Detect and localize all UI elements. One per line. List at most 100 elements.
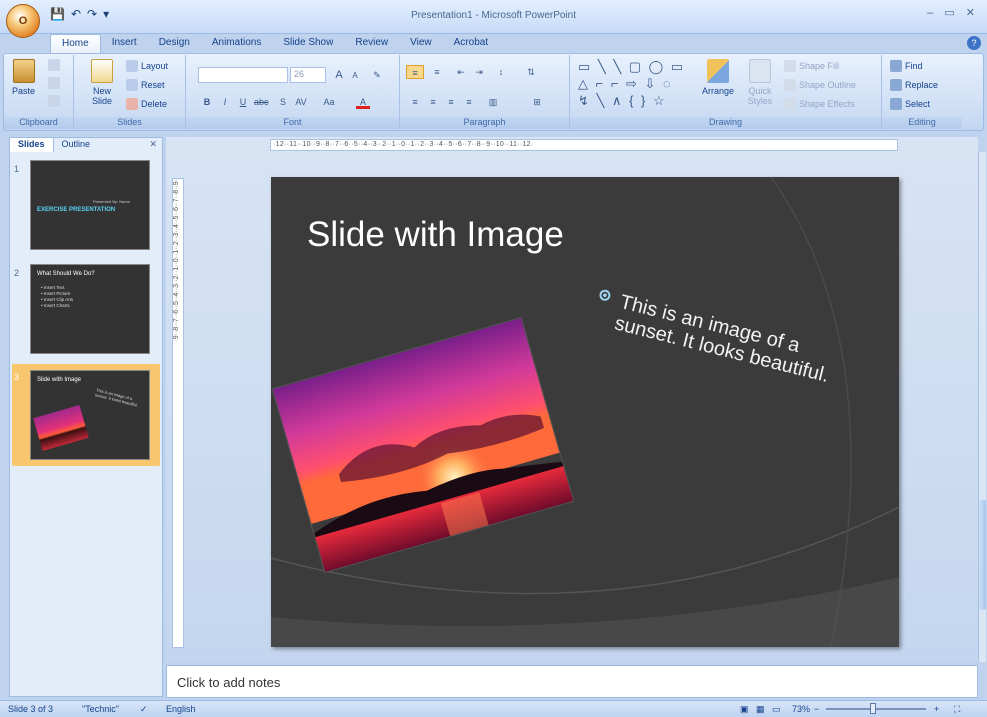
help-icon[interactable]: ? <box>967 36 981 50</box>
slides-group: New Slide Layout Reset Delete Slides <box>74 55 186 129</box>
pen-icon <box>784 79 796 91</box>
thumbnail-number: 1 <box>14 164 20 174</box>
text-direction-icon[interactable]: ⇅ <box>524 65 538 79</box>
reset-button[interactable]: Reset <box>126 79 165 91</box>
clear-formatting-icon[interactable]: ✎ <box>370 68 384 82</box>
slide-thumbnail-1[interactable]: EXERCISE PRESENTATION Presented By: Name <box>30 160 150 250</box>
close-icon[interactable]: ✕ <box>149 139 157 150</box>
copy-button[interactable] <box>48 77 60 89</box>
tab-animations[interactable]: Animations <box>201 34 272 54</box>
delete-icon <box>126 98 138 110</box>
tab-outline[interactable]: Outline <box>54 138 99 152</box>
zoom-level[interactable]: 73% <box>792 704 810 714</box>
shape-fill-button[interactable]: Shape Fill <box>784 60 839 72</box>
slide-thumbnail-2[interactable]: What Should We Do? • Insert Text • Inser… <box>30 264 150 354</box>
delete-button[interactable]: Delete <box>126 98 167 110</box>
replace-button[interactable]: Replace <box>890 79 938 91</box>
justify-icon[interactable]: ≡ <box>462 95 476 109</box>
clipboard-group-label: Clipboard <box>4 117 73 129</box>
copy-icon <box>48 77 60 89</box>
decrease-indent-icon[interactable]: ⇤ <box>454 65 468 79</box>
office-button[interactable]: O <box>6 4 40 38</box>
select-button[interactable]: Select <box>890 98 930 110</box>
tab-view[interactable]: View <box>399 34 443 54</box>
smartart-icon[interactable]: ⊞ <box>530 95 544 109</box>
align-right-icon[interactable]: ≡ <box>444 95 458 109</box>
normal-view-icon[interactable]: ▣ <box>740 704 749 715</box>
arrange-button[interactable]: Arrange <box>702 59 734 96</box>
shape-effects-button[interactable]: Shape Effects <box>784 98 855 110</box>
shapes-gallery-row3[interactable]: ↯ ╲ ∧ { } ☆ <box>578 93 667 109</box>
replace-icon <box>890 79 902 91</box>
binoculars-icon <box>890 60 902 72</box>
tab-design[interactable]: Design <box>148 34 201 54</box>
spell-check-icon[interactable]: ✓ <box>140 704 148 715</box>
change-case-button[interactable]: Aa <box>322 95 336 109</box>
align-left-icon[interactable]: ≡ <box>408 95 422 109</box>
shape-outline-button[interactable]: Shape Outline <box>784 79 856 91</box>
bullets-icon[interactable]: ≡ <box>406 65 424 79</box>
thumbnail-number: 2 <box>14 268 20 278</box>
bold-button[interactable]: B <box>200 95 214 109</box>
zoom-out-button[interactable]: − <box>814 704 819 714</box>
notes-pane[interactable]: Click to add notes <box>166 665 978 698</box>
language-indicator[interactable]: English <box>166 704 196 714</box>
slide-show-icon[interactable]: ▭ <box>772 704 781 715</box>
character-spacing-button[interactable]: AV <box>294 95 308 109</box>
pane-tabs: Slides Outline <box>10 138 162 152</box>
zoom-slider[interactable] <box>826 708 926 710</box>
quick-styles-button[interactable]: Quick Styles <box>744 59 776 106</box>
horizontal-ruler: ·12··11··10··9··8··7··6··5··4··3··2··1··… <box>270 139 898 151</box>
strikethrough-button[interactable]: abc <box>254 95 269 109</box>
underline-button[interactable]: U <box>236 95 250 109</box>
grow-font-button[interactable]: A <box>332 68 346 82</box>
slide-sorter-icon[interactable]: ▦ <box>756 704 765 715</box>
columns-icon[interactable]: ▥ <box>486 95 500 109</box>
line-spacing-icon[interactable]: ↕ <box>494 65 508 79</box>
tab-acrobat[interactable]: Acrobat <box>443 34 499 54</box>
slide-canvas[interactable]: Slide with Image This is an image of a s… <box>271 177 899 647</box>
tab-home[interactable]: Home <box>50 34 101 54</box>
slide-counter: Slide 3 of 3 <box>8 704 54 714</box>
align-center-icon[interactable]: ≡ <box>426 95 440 109</box>
tab-insert[interactable]: Insert <box>101 34 148 54</box>
slide-thumbnail-3[interactable]: Slide with Image This is an image of a s… <box>30 370 150 460</box>
shrink-font-button[interactable]: A <box>348 69 362 83</box>
find-button[interactable]: Find <box>890 60 923 72</box>
slide-title[interactable]: Slide with Image <box>307 215 564 255</box>
tab-slides[interactable]: Slides <box>10 138 54 152</box>
paste-button[interactable]: Paste <box>12 59 35 96</box>
scissors-icon <box>48 59 60 71</box>
numbering-icon[interactable]: ≡ <box>430 65 444 79</box>
slides-pane: Slides Outline ✕ 1 EXERCISE PRESENTATION… <box>9 137 163 697</box>
arrange-icon <box>707 59 730 83</box>
shapes-gallery-row1[interactable]: ▭ ╲ ╲ ▢ ◯ ▭ <box>578 59 685 75</box>
font-name-box[interactable] <box>198 67 288 83</box>
paste-icon <box>12 59 35 83</box>
font-group-label: Font <box>186 117 399 129</box>
scrollbar-thumb[interactable] <box>979 500 986 610</box>
cut-button[interactable] <box>48 59 60 71</box>
format-painter-button[interactable] <box>48 95 60 107</box>
thumbnail-title: EXERCISE PRESENTATION <box>37 207 116 213</box>
window-controls[interactable]: – ▭ ✕ <box>927 6 979 19</box>
tab-review[interactable]: Review <box>344 34 399 54</box>
shapes-gallery-row2[interactable]: △ ⌐ ⌐ ⇨ ⇩ ◌ <box>578 76 673 92</box>
thumbnail-image <box>33 405 89 451</box>
new-slide-button[interactable]: New Slide <box>88 59 116 106</box>
thumbnail-subtitle: Presented By: Name <box>93 199 130 204</box>
zoom-slider-handle[interactable] <box>870 703 876 714</box>
thumbnail-body: This is an image of a sunset. It looks b… <box>94 387 139 408</box>
font-color-button[interactable]: A <box>356 95 370 109</box>
italic-button[interactable]: I <box>218 95 232 109</box>
tab-slide-show[interactable]: Slide Show <box>272 34 344 54</box>
drawing-group: ▭ ╲ ╲ ▢ ◯ ▭ △ ⌐ ⌐ ⇨ ⇩ ◌ ↯ ╲ ∧ { } ☆ Arra… <box>570 55 882 129</box>
zoom-in-button[interactable]: + <box>934 704 939 714</box>
layout-button[interactable]: Layout <box>126 60 168 72</box>
shadow-button[interactable]: S <box>276 95 290 109</box>
theme-name: "Technic" <box>82 704 119 714</box>
fit-to-window-icon[interactable]: ⛶ <box>954 704 960 715</box>
font-size-box[interactable]: 26 <box>290 67 326 83</box>
increase-indent-icon[interactable]: ⇥ <box>472 65 486 79</box>
thumbnail-title: What Should We Do? <box>37 271 95 277</box>
